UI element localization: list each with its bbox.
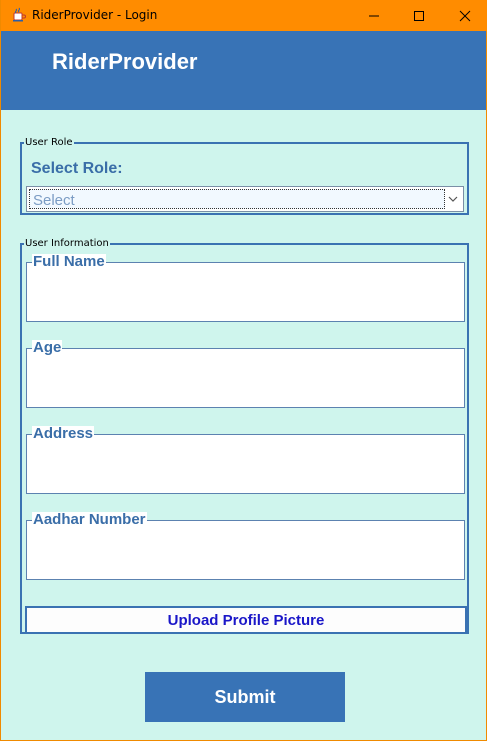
field-separator (27, 410, 465, 424)
minimize-button[interactable] (351, 0, 397, 31)
submit-button[interactable]: Submit (145, 672, 345, 722)
upload-profile-picture-button[interactable]: Upload Profile Picture (25, 606, 467, 634)
title-bar[interactable]: RiderProvider - Login (1, 0, 487, 31)
address-field[interactable]: Address (26, 426, 465, 494)
user-information-group: User Information Full Name Age Address A… (20, 238, 469, 634)
role-select[interactable]: Select (26, 186, 464, 212)
app-header: RiderProvider (1, 31, 486, 110)
window-title: RiderProvider - Login (32, 8, 158, 22)
login-window: RiderProvider - Login RiderProvider User… (0, 0, 487, 741)
user-role-group: User Role Select Role: Select (20, 137, 469, 215)
age-field[interactable]: Age (26, 340, 465, 408)
close-icon (459, 10, 471, 21)
select-role-label: Select Role: (31, 160, 123, 177)
aadhar-number-field[interactable]: Aadhar Number (26, 512, 465, 580)
close-button[interactable] (442, 0, 487, 31)
maximize-icon (414, 10, 424, 21)
app-title: RiderProvider (52, 49, 198, 74)
chevron-down-icon[interactable] (447, 193, 459, 205)
field-separator (27, 324, 465, 338)
address-label: Address (32, 425, 95, 442)
role-select-focus: Select (29, 189, 445, 209)
minimize-icon (369, 15, 379, 16)
user-information-legend: User Information (25, 238, 109, 249)
full-name-field[interactable]: Full Name (26, 254, 465, 322)
role-select-value: Select (33, 192, 75, 209)
user-role-legend: User Role (25, 137, 73, 148)
field-separator (27, 496, 465, 510)
java-coffee-icon (13, 7, 26, 22)
maximize-button[interactable] (396, 0, 442, 31)
aadhar-number-label: Aadhar Number (32, 511, 147, 528)
full-name-label: Full Name (32, 253, 106, 270)
age-label: Age (32, 339, 63, 356)
